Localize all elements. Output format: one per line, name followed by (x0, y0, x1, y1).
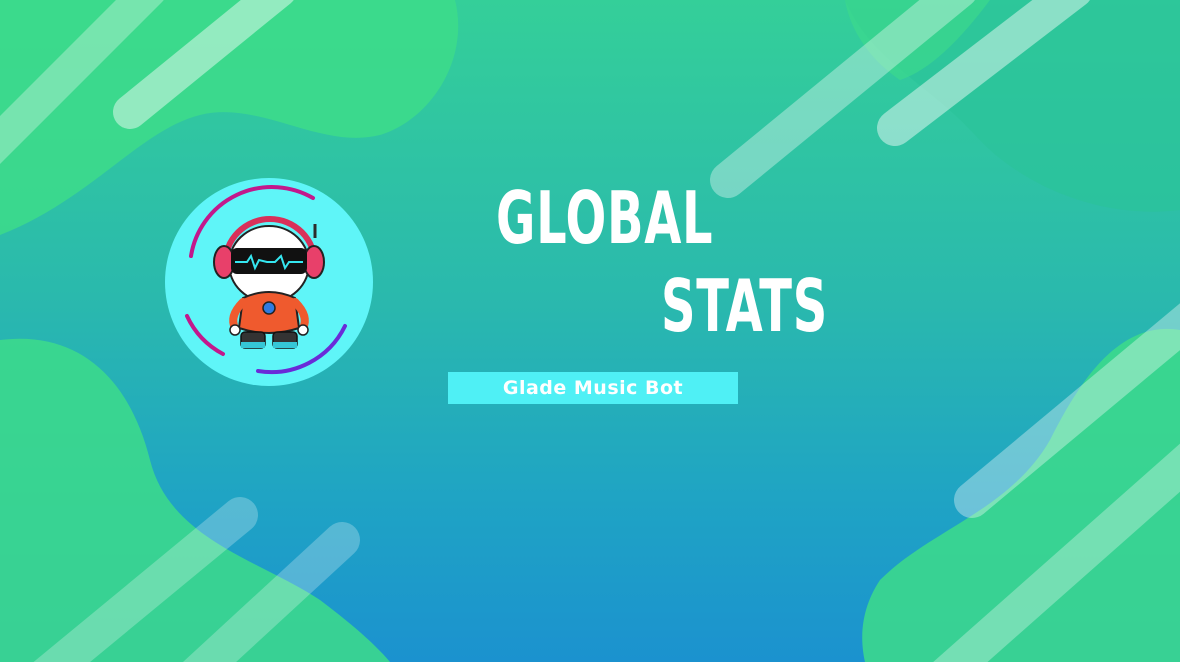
banner-canvas: GLOBAL STATS Glade Music Bot (0, 0, 1180, 662)
title-stats: STATS (661, 264, 828, 348)
subtitle-banner: Glade Music Bot (448, 372, 738, 404)
robot-dj-avatar-icon (165, 178, 373, 386)
title-global: GLOBAL (496, 176, 714, 260)
subtitle-text: Glade Music Bot (502, 377, 684, 399)
